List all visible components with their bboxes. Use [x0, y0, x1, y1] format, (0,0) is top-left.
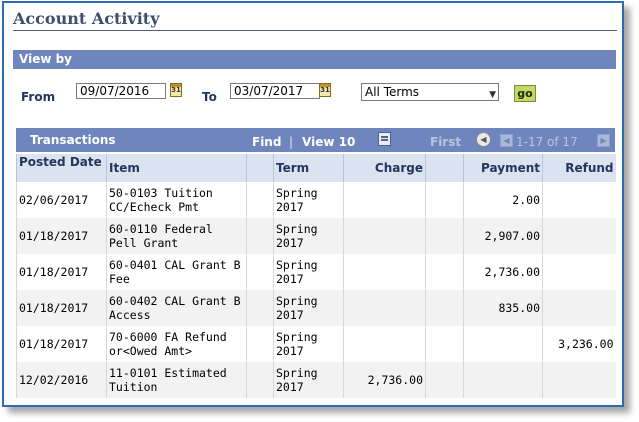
term-cell: Spring 2017: [273, 182, 344, 218]
column-header-posted-date[interactable]: Posted Date: [16, 154, 107, 182]
from-calendar-icon[interactable]: 31: [170, 83, 182, 97]
spacer-cell: [246, 218, 274, 254]
charge-cell: [343, 326, 426, 362]
spacer-cell: [425, 362, 464, 398]
first-link: First: [430, 135, 462, 149]
term-select[interactable]: All Terms ▼: [361, 83, 499, 101]
term-cell: Spring 2017: [273, 362, 344, 398]
charge-cell: [343, 290, 426, 326]
table-row: 01/18/2017 60-0401 CAL Grant B Fee Sprin…: [16, 254, 616, 290]
refund-cell: [542, 362, 616, 398]
title-divider: [13, 30, 617, 31]
charge-cell: [343, 182, 426, 218]
to-calendar-icon[interactable]: 31: [319, 83, 331, 97]
first-page-icon: ◀: [476, 132, 491, 147]
grid-separator: |: [289, 135, 294, 149]
item-cell: 60-0402 CAL Grant B Access: [106, 290, 247, 326]
transactions-table: Posted Date Item Term Charge Payment Ref…: [16, 154, 616, 398]
spacer-cell: [425, 182, 464, 218]
table-row: 01/18/2017 70-6000 FA Refund or<Owed Amt…: [16, 326, 616, 362]
posted-date-cell: 01/18/2017: [16, 326, 107, 362]
spacer-cell: [246, 326, 274, 362]
spacer-cell: [425, 254, 464, 290]
table-row: 02/06/2017 50-0103 Tuition CC/Echeck Pmt…: [16, 182, 616, 218]
column-header-charge[interactable]: Charge: [343, 154, 426, 182]
row-range: 1-17 of 17: [516, 135, 578, 149]
payment-cell: 2.00: [463, 182, 543, 218]
term-cell: Spring 2017: [273, 326, 344, 362]
spacer-cell: [246, 362, 274, 398]
table-row: 12/02/2016 11-0101 Estimated Tuition Spr…: [16, 362, 616, 398]
item-cell: 50-0103 Tuition CC/Echeck Pmt: [106, 182, 247, 218]
view-all-link[interactable]: View 10: [302, 135, 355, 149]
table-row: 01/18/2017 60-0402 CAL Grant B Access Sp…: [16, 290, 616, 326]
to-label: To: [202, 90, 217, 104]
refund-cell: [542, 218, 616, 254]
payment-cell: [463, 326, 543, 362]
spacer-cell: [425, 326, 464, 362]
download-icon[interactable]: [378, 132, 391, 146]
refund-cell: [542, 290, 616, 326]
item-cell: 70-6000 FA Refund or<Owed Amt>: [106, 326, 247, 362]
spacer-cell: [246, 182, 274, 218]
to-date-input[interactable]: [230, 83, 320, 99]
item-cell: 11-0101 Estimated Tuition: [106, 362, 247, 398]
posted-date-cell: 01/18/2017: [16, 218, 107, 254]
column-header-payment[interactable]: Payment: [463, 154, 543, 182]
refund-cell: [542, 254, 616, 290]
spacer-cell: [246, 254, 274, 290]
item-cell: 60-0110 Federal Pell Grant: [106, 218, 247, 254]
posted-date-cell: 12/02/2016: [16, 362, 107, 398]
table-row: 01/18/2017 60-0110 Federal Pell Grant Sp…: [16, 218, 616, 254]
spacer-cell: [425, 290, 464, 326]
posted-date-cell: 02/06/2017: [16, 182, 107, 218]
payment-cell: [463, 362, 543, 398]
term-cell: Spring 2017: [273, 254, 344, 290]
charge-cell: [343, 254, 426, 290]
posted-date-cell: 01/18/2017: [16, 290, 107, 326]
posted-date-cell: 01/18/2017: [16, 254, 107, 290]
view-by-header: View by: [13, 50, 616, 69]
term-cell: Spring 2017: [273, 218, 344, 254]
term-cell: Spring 2017: [273, 290, 344, 326]
column-header-item[interactable]: Item: [106, 154, 247, 182]
refund-cell: [542, 182, 616, 218]
refund-cell: 3,236.00: [542, 326, 616, 362]
transactions-grid-header: Transactions Find | View 10 First ◀ ◀ 1-…: [16, 128, 615, 152]
item-cell: 60-0401 CAL Grant B Fee: [106, 254, 247, 290]
charge-cell: 2,736.00: [343, 362, 426, 398]
find-link[interactable]: Find: [252, 135, 281, 149]
spacer-cell: [425, 218, 464, 254]
charge-cell: [343, 218, 426, 254]
payment-cell: 2,907.00: [463, 218, 543, 254]
from-label: From: [21, 90, 56, 104]
term-select-value: All Terms: [365, 85, 420, 99]
spacer-cell: [246, 290, 274, 326]
page-title: Account Activity: [13, 9, 160, 28]
payment-cell: 2,736.00: [463, 254, 543, 290]
grid-title: Transactions: [30, 133, 116, 147]
next-icon: ▶: [597, 134, 610, 147]
table-header-row: Posted Date Item Term Charge Payment Ref…: [16, 154, 616, 182]
go-button[interactable]: go: [514, 85, 536, 102]
payment-cell: 835.00: [463, 290, 543, 326]
chevron-down-icon: ▼: [489, 90, 496, 100]
from-date-input[interactable]: [76, 83, 166, 99]
account-activity-panel: Account Activity View by From 31 To 31 A…: [2, 1, 624, 407]
column-header-spacer: [246, 154, 274, 182]
column-header-refund[interactable]: Refund: [542, 154, 616, 182]
previous-icon: ◀: [500, 134, 513, 147]
column-header-spacer: [425, 154, 464, 182]
column-header-term[interactable]: Term: [273, 154, 344, 182]
